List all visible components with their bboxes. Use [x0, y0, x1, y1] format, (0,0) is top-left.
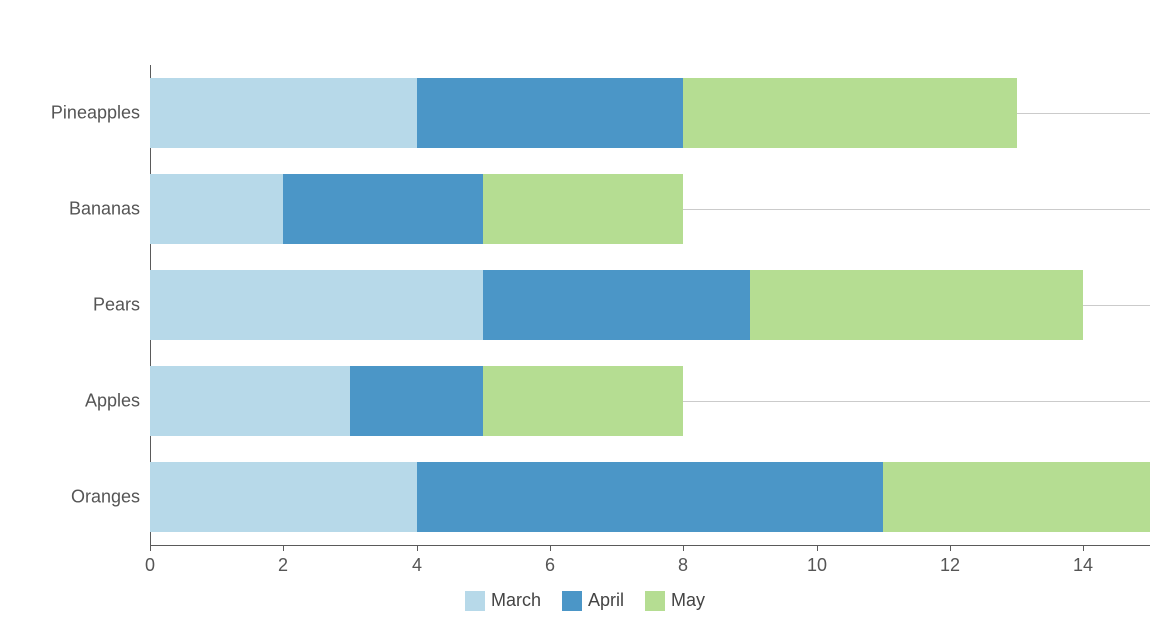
bar-segment: [483, 366, 683, 436]
y-tick-label: Apples: [20, 391, 140, 412]
legend-swatch: [645, 591, 665, 611]
bar-segment: [283, 174, 483, 244]
bar-segment: [150, 270, 483, 340]
bar-segment: [883, 462, 1150, 532]
bar-segment: [150, 78, 417, 148]
stacked-bar-chart: Pineapples Bananas Pears Apples Oranges …: [0, 0, 1170, 628]
x-tick: [550, 545, 551, 551]
bar-segment: [683, 78, 1016, 148]
legend-label: April: [588, 590, 624, 611]
x-tick: [150, 545, 151, 551]
bar-segment: [750, 270, 1083, 340]
x-tick-label: 12: [930, 555, 970, 576]
legend-swatch: [562, 591, 582, 611]
legend-label: March: [491, 590, 541, 611]
x-tick-label: 6: [530, 555, 570, 576]
bar-segment: [150, 366, 350, 436]
bar-segment: [350, 366, 483, 436]
bar-segment: [150, 174, 283, 244]
x-tick-label: 8: [663, 555, 703, 576]
legend-swatch: [465, 591, 485, 611]
x-tick-label: 10: [797, 555, 837, 576]
legend-item-march: March: [465, 590, 541, 611]
plot-area: [150, 65, 1150, 545]
y-tick-label: Pineapples: [20, 103, 140, 124]
bar-segment: [150, 462, 417, 532]
x-tick-label: 0: [130, 555, 170, 576]
x-tick: [817, 545, 818, 551]
legend: March April May: [0, 590, 1170, 616]
y-tick-label: Pears: [20, 295, 140, 316]
x-tick: [417, 545, 418, 551]
x-tick-label: 14: [1063, 555, 1103, 576]
legend-item-april: April: [562, 590, 624, 611]
bar-segment: [483, 174, 683, 244]
x-axis-line: [150, 545, 1150, 546]
y-tick-label: Bananas: [20, 199, 140, 220]
x-tick: [683, 545, 684, 551]
x-tick-label: 4: [397, 555, 437, 576]
x-tick-label: 2: [263, 555, 303, 576]
legend-item-may: May: [645, 590, 705, 611]
x-tick: [283, 545, 284, 551]
legend-label: May: [671, 590, 705, 611]
bar-segment: [417, 462, 884, 532]
x-tick: [1083, 545, 1084, 551]
bar-segment: [483, 270, 750, 340]
x-tick: [950, 545, 951, 551]
y-tick-label: Oranges: [20, 487, 140, 508]
bar-segment: [417, 78, 684, 148]
